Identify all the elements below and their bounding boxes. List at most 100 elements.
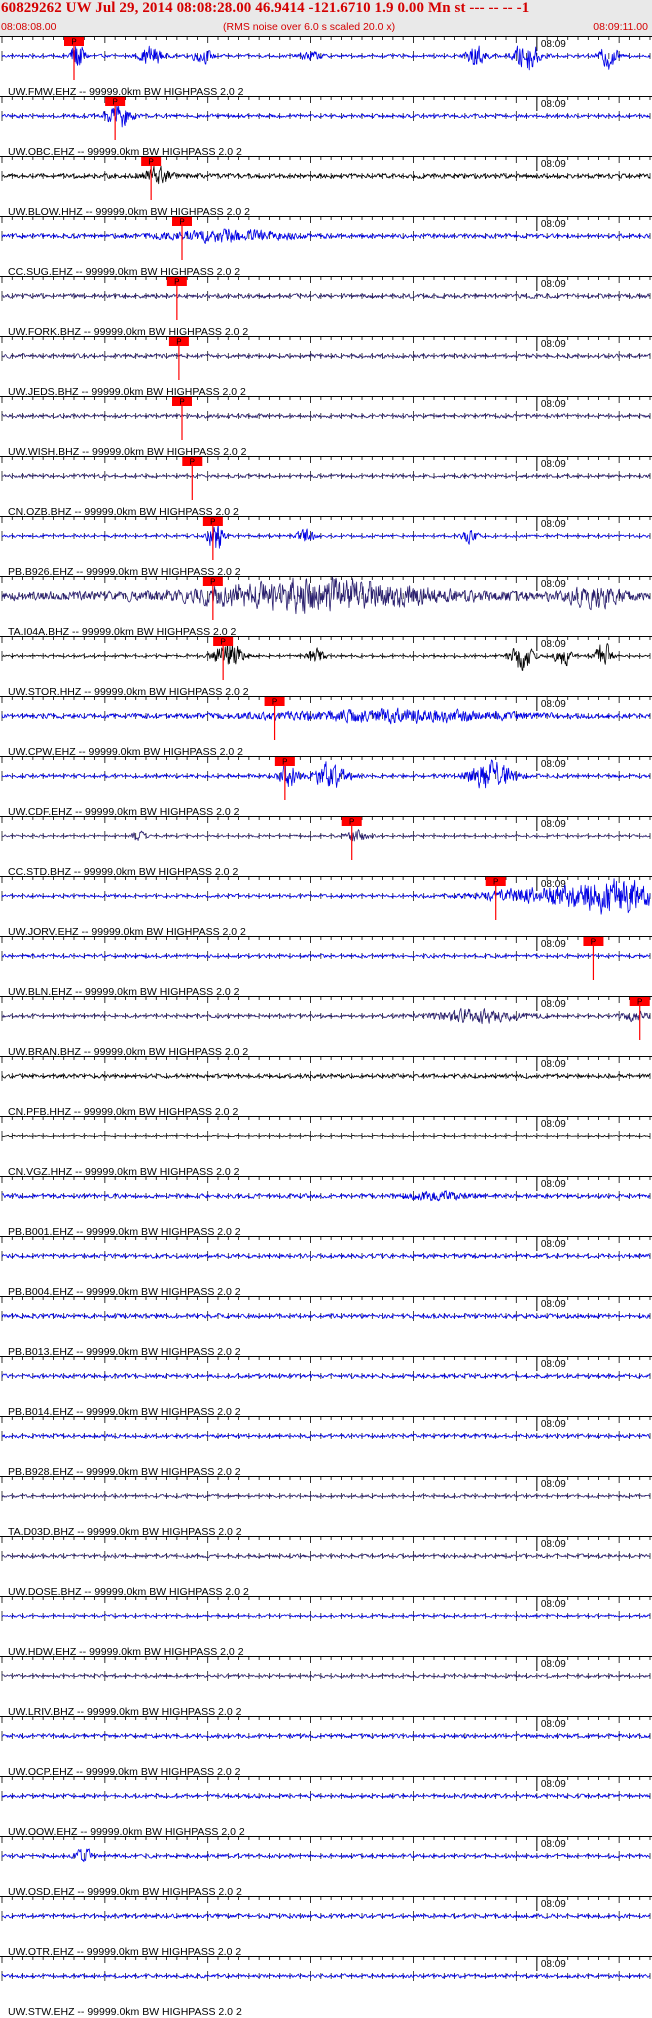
waveform — [1, 1313, 651, 1319]
trace-panel: 08:09PUW.CPW.EHZ -- 99999.0km BW HIGHPAS… — [0, 696, 652, 758]
pick-label: P — [282, 758, 287, 767]
minute-label: 08:09 — [541, 1959, 566, 1970]
pick-label: P — [349, 818, 354, 827]
minute-label: 08:09 — [541, 1239, 566, 1250]
end-time: 08:09:11.00 — [593, 21, 648, 33]
trace-panel: 08:09UW.OCP.EHZ -- 99999.0km BW HIGHPASS… — [0, 1716, 652, 1778]
trace-panel: 08:09PTA.I04A.BHZ -- 99999.0km BW HIGHPA… — [0, 576, 652, 638]
waveform — [1, 413, 651, 419]
trace-panel: 08:09PB.B013.EHZ -- 99999.0km BW HIGHPAS… — [0, 1296, 652, 1358]
trace-panel: 08:09PUW.WISH.BHZ -- 99999.0km BW HIGHPA… — [0, 396, 652, 458]
pick-label: P — [637, 998, 642, 1007]
trace-panel: 08:09UW.OSD.EHZ -- 99999.0km BW HIGHPASS… — [0, 1836, 652, 1898]
minute-label: 08:09 — [541, 1119, 566, 1130]
waveform — [1, 228, 651, 244]
pick-label: P — [220, 638, 225, 647]
waveform — [1, 1553, 651, 1559]
trace-panel: 08:09PUW.JEDS.BHZ -- 99999.0km BW HIGHPA… — [0, 336, 652, 398]
trace-panel: 08:09PUW.JORV.EHZ -- 99999.0km BW HIGHPA… — [0, 876, 652, 938]
minute-label: 08:09 — [541, 339, 566, 350]
pick-label: P — [591, 938, 596, 947]
minute-label: 08:09 — [541, 1179, 566, 1190]
minute-label: 08:09 — [541, 219, 566, 230]
pick-label: P — [176, 338, 181, 347]
header-bar: 60829262 UW Jul 29, 2014 08:08:28.00 46.… — [0, 0, 652, 36]
waveform — [1, 1913, 651, 1919]
trace-panel: 08:09PCC.SUG.EHZ -- 99999.0km BW HIGHPAS… — [0, 216, 652, 278]
minute-label: 08:09 — [541, 159, 566, 170]
minute-label: 08:09 — [541, 459, 566, 470]
trace-panel: 08:09PB.B014.EHZ -- 99999.0km BW HIGHPAS… — [0, 1356, 652, 1418]
trace-panel: 08:09UW.OOW.EHZ -- 99999.0km BW HIGHPASS… — [0, 1776, 652, 1838]
minute-label: 08:09 — [541, 1539, 566, 1550]
trace-panel: 08:09 PUW.BRAN.BHZ -- 99999.0km BW HIGHPA… — [0, 996, 652, 1058]
minute-label: 08:09 — [541, 1479, 566, 1490]
start-time: 08:08:08.00 — [1, 21, 57, 33]
seismogram-plot: 08:09PUW.FMW.EHZ -- 99999.0km BW HIGHPAS… — [0, 36, 652, 2018]
trace-panel: 08:09CN.PFB.HHZ -- 99999.0km BW HIGHPASS… — [0, 1056, 652, 1118]
waveform — [1, 1190, 651, 1202]
waveform — [1, 1973, 651, 1979]
pick-label: P — [179, 218, 184, 227]
waveform — [1, 707, 651, 725]
trace-panel: 08:09PCN.OZB.BHZ -- 99999.0km BW HIGHPAS… — [0, 456, 652, 518]
waveform — [1, 1494, 651, 1499]
minute-label: 08:09 — [541, 819, 566, 830]
trace-panel: 08:09PCC.STD.BHZ -- 99999.0km BW HIGHPAS… — [0, 816, 652, 878]
station-label: UW.STW.EHZ -- 99999.0km BW HIGHPASS 2.0 … — [8, 2006, 242, 2018]
trace-panel: 08:09TA.D03D.BHZ -- 99999.0km BW HIGHPAS… — [0, 1476, 652, 1538]
minute-label: 08:09 — [541, 1059, 566, 1070]
pick-label: P — [493, 878, 498, 887]
minute-label: 08:09 — [541, 1599, 566, 1610]
waveform — [1, 1373, 651, 1379]
waveform — [1, 1733, 651, 1739]
minute-label: 08:09 — [541, 1839, 566, 1850]
minute-label: 08:09 — [541, 1779, 566, 1790]
minute-label: 08:09 — [541, 99, 566, 110]
minute-label: 08:09 — [541, 1299, 566, 1310]
minute-label: 08:09 — [541, 1359, 566, 1370]
minute-label: 08:09 — [541, 279, 566, 290]
waveform — [1, 1848, 651, 1863]
waveform — [1, 353, 651, 359]
trace-panel: 08:09PUW.CDF.EHZ -- 99999.0km BW HIGHPAS… — [0, 756, 652, 818]
minute-label: 08:09 — [541, 1719, 566, 1730]
pick-label: P — [190, 458, 195, 467]
minute-label: 08:09 — [541, 759, 566, 770]
pick-label: P — [272, 698, 277, 707]
trace-panel: 08:09 PUW.BLN.EHZ -- 99999.0km BW HIGHPAS… — [0, 936, 652, 998]
trace-panel: 08:09PUW.FORK.BHZ -- 99999.0km BW HIGHPA… — [0, 276, 652, 338]
pick-label: P — [179, 398, 184, 407]
waveform — [1, 473, 651, 479]
trace-panel: 08:09PB.B004.EHZ -- 99999.0km BW HIGHPAS… — [0, 1236, 652, 1298]
waveform — [1, 829, 651, 842]
noise-scaling-note: (RMS noise over 6.0 s scaled 20.0 x) — [223, 21, 396, 33]
pick-label: P — [210, 578, 215, 587]
pick-label: P — [112, 98, 117, 107]
waveform — [1, 1134, 651, 1138]
trace-panel: 08:09CN.VGZ.HHZ -- 99999.0km BW HIGHPASS… — [0, 1116, 652, 1178]
minute-label: 08:09 — [541, 579, 566, 590]
event-title: 60829262 UW Jul 29, 2014 08:08:28.00 46.… — [1, 0, 530, 16]
trace-panel: 08:09PB.B001.EHZ -- 99999.0km BW HIGHPAS… — [0, 1176, 652, 1238]
waveform — [1, 1614, 651, 1618]
waveform — [1, 1007, 651, 1025]
trace-panel: 08:09PUW.BLOW.HHZ -- 99999.0km BW HIGHPA… — [0, 156, 652, 218]
trace-panel: 08:09UW.LRIV.BHZ -- 99999.0km BW HIGHPAS… — [0, 1656, 652, 1718]
minute-label: 08:09 — [541, 939, 566, 950]
trace-panel: 08:09UW.HDW.EHZ -- 99999.0km BW HIGHPASS… — [0, 1596, 652, 1658]
pick-label: P — [148, 158, 153, 167]
trace-panel: 08:09PUW.OBC.EHZ -- 99999.0km BW HIGHPAS… — [0, 96, 652, 158]
waveform — [1, 953, 651, 959]
minute-label: 08:09 — [541, 699, 566, 710]
minute-label: 08:09 — [541, 1659, 566, 1670]
waveform — [1, 1673, 651, 1679]
trace-panel: 08:09PB.B928.EHZ -- 99999.0km BW HIGHPAS… — [0, 1416, 652, 1478]
pick-label: P — [71, 38, 76, 47]
minute-label: 08:09 — [541, 999, 566, 1010]
trace-panel: 08:09PUW.STOR.HHZ -- 99999.0km BW HIGHPA… — [0, 636, 652, 698]
pick-label: P — [210, 518, 215, 527]
minute-label: 08:09 — [541, 519, 566, 530]
minute-label: 08:09 — [541, 1899, 566, 1910]
waveform — [1, 1253, 651, 1259]
